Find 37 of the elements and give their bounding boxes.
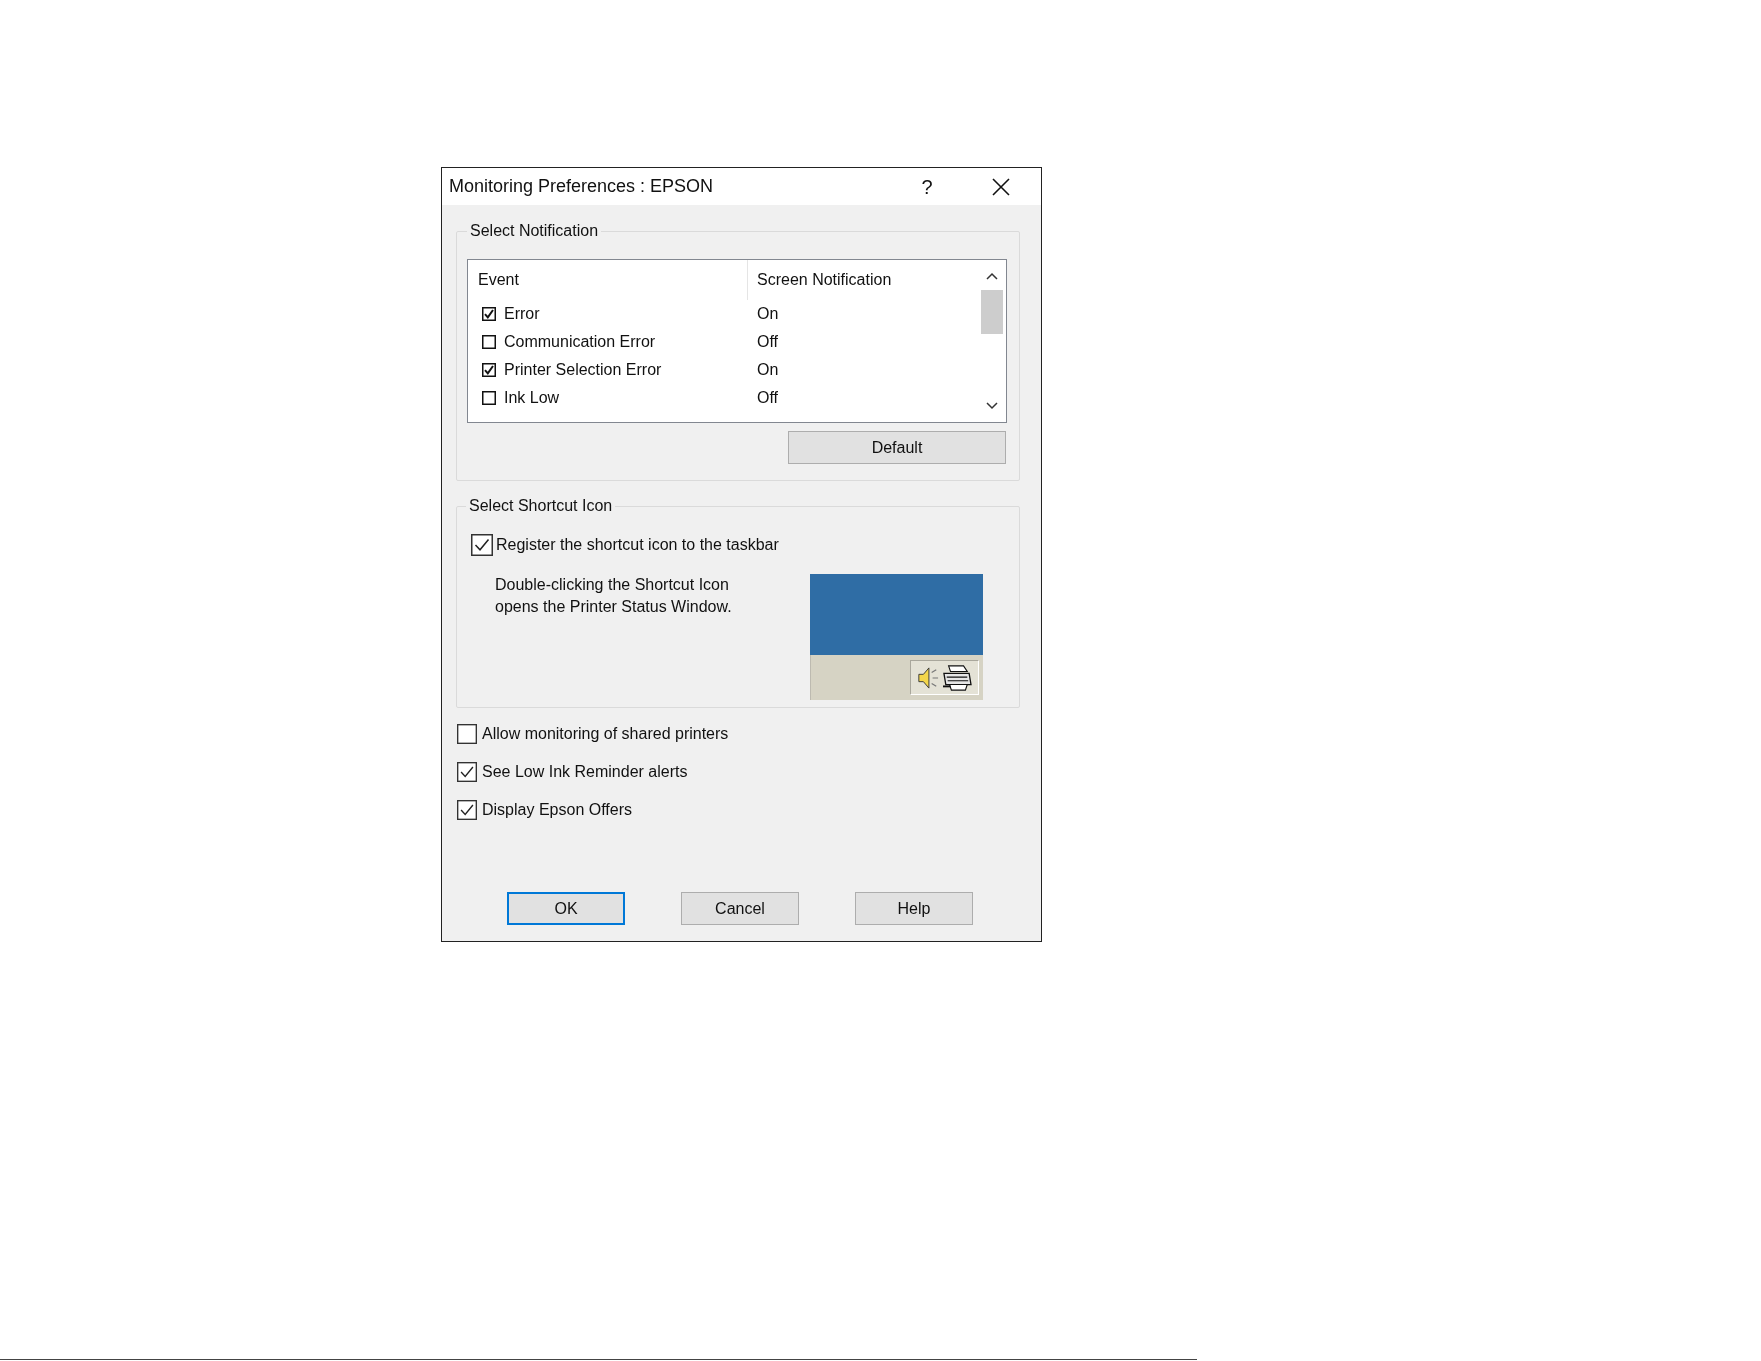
column-header[interactable]: Screen Notification (748, 260, 978, 300)
checkbox[interactable] (457, 724, 477, 744)
description-text: Double-clicking the Shortcut Icon opens the Printer Status Window. (495, 575, 733, 617)
default-button[interactable]: Default (788, 431, 1006, 464)
group-title: Select Notification (469, 222, 600, 240)
window-title: Monitoring Preferences : EPSON (449, 176, 715, 197)
notification-status: Off (756, 389, 779, 407)
help-button[interactable]: Help (855, 892, 973, 925)
ok-button[interactable]: OK (507, 892, 625, 925)
checkbox[interactable] (482, 363, 496, 377)
checkbox[interactable] (482, 391, 496, 405)
checkbox[interactable] (457, 800, 477, 820)
checkbox[interactable] (482, 307, 496, 321)
cancel-button[interactable]: Cancel (681, 892, 799, 925)
notification-status: On (756, 305, 779, 323)
checkbox-label[interactable]: Register the shortcut icon to the taskbar (496, 536, 779, 554)
close-button[interactable] (992, 177, 1010, 196)
checkbox[interactable] (482, 335, 496, 349)
event-name: Printer Selection Error (504, 361, 662, 379)
checkbox-label[interactable]: Display Epson Offers (482, 801, 632, 819)
chevron-up-icon[interactable] (986, 272, 998, 280)
checkbox-label[interactable]: See Low Ink Reminder alerts (482, 763, 688, 781)
event-name: Communication Error (504, 333, 656, 351)
event-name: Ink Low (504, 389, 560, 407)
help-button[interactable]: ? (919, 175, 935, 198)
close-icon (992, 177, 1010, 196)
group-title: Select Shortcut Icon (468, 497, 614, 515)
notification-status: On (756, 361, 779, 379)
notification-status: Off (756, 333, 779, 351)
checkbox[interactable] (471, 534, 493, 556)
checkbox-label[interactable]: Allow monitoring of shared printers (482, 725, 729, 743)
scrollbar-thumb[interactable] (981, 290, 1003, 334)
chevron-down-icon[interactable] (986, 402, 998, 410)
event-name: Error (504, 305, 540, 323)
checkbox[interactable] (457, 762, 477, 782)
printer-icon (940, 663, 973, 692)
column-header[interactable]: Event (468, 260, 748, 300)
